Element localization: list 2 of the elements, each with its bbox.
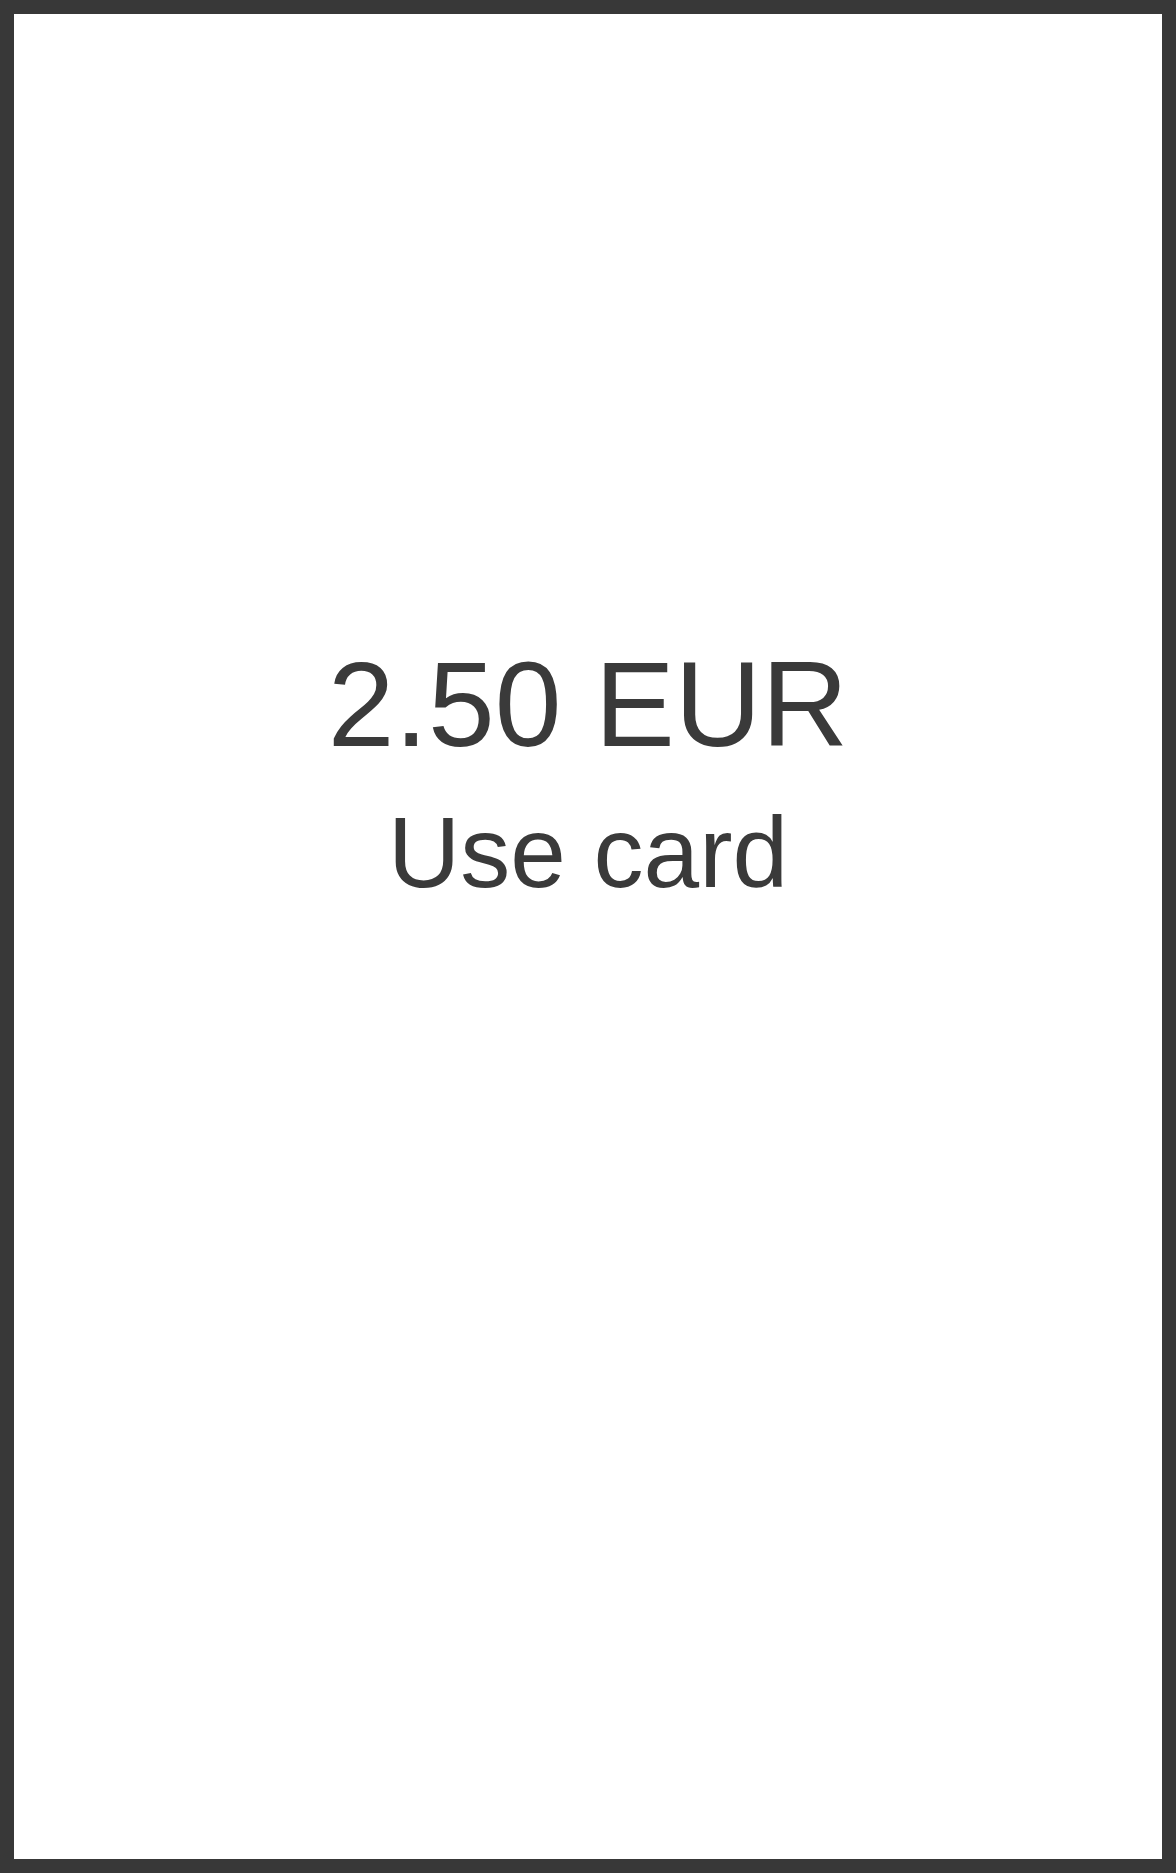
use-card-prompt: Use card — [387, 795, 789, 910]
amount-text: 2.50 EUR — [327, 636, 849, 773]
